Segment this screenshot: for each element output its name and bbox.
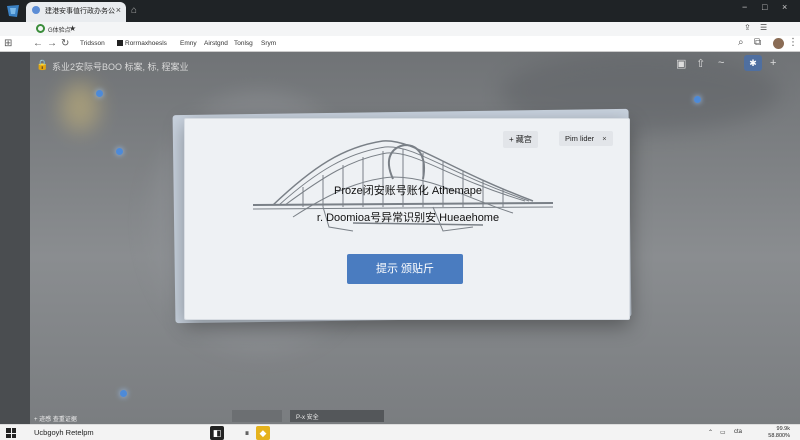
filter-chip-label: Pim lider [565,134,595,143]
forward-arrow-icon[interactable]: → [47,38,57,49]
bookmark-label: Rorrnaxhoesls [125,40,167,47]
modal-subtitle: r. Doomioa号异常识别安 Hueaehome [185,209,629,225]
left-panel [0,52,30,424]
map-marker-icon[interactable] [116,148,123,155]
os-taskbar: Ucbgoyh Retelpm ◧ ⏸ ◆ ⌃ ▭ cta 99.9k 58.8… [0,424,800,440]
background-footer-text: + 迹感 查重证据 [34,417,77,423]
bookmark-item[interactable]: Airstgnd [204,40,228,47]
tab-favicon-icon [32,6,40,14]
network-icon[interactable]: ▭ [720,429,726,436]
window-minimize-button[interactable]: − [742,2,747,12]
taskbar-app-icon[interactable]: ⏸ [240,426,254,440]
minimize-panel-icon[interactable]: ~ [718,57,724,69]
search-icon[interactable]: ⌕ [738,37,744,48]
browser-tab-active[interactable]: 建港安事值行政办务公 × [26,2,126,22]
system-clock[interactable]: 99.9k 58.800% [768,426,790,440]
upload-icon[interactable]: ⇧ [696,57,705,70]
reload-icon[interactable]: ↻ [61,38,69,49]
subtitle-prefix: r. [316,212,324,224]
bookmark-item[interactable]: Rorrnaxhoesls [117,40,167,47]
filter-chip[interactable]: Pim lider × [559,131,613,146]
back-arrow-icon[interactable]: ← [33,38,43,49]
browser-toolbar: ⊞ ← → ↻ Tridsson Rorrnaxhoesls Emny Airs… [0,36,800,52]
subtitle-text: Doomioa号异常识别安 Hueaehome [326,212,500,224]
tab-close-icon[interactable]: × [116,5,121,15]
window-close-button[interactable]: × [782,2,787,12]
lock-icon: 🔒 [36,60,49,71]
modal-title: Proze闭安账号账化 Athemape [334,185,482,197]
taskbar-shield-app-icon[interactable]: ◆ [256,426,270,440]
taskbar-search-input[interactable]: Ucbgoyh Retelpm [34,428,94,437]
add-icon[interactable]: + [770,57,776,69]
share-icon[interactable]: ⇪ [744,23,751,32]
taskbar-app-icon[interactable]: ◧ [210,426,224,440]
bookmark-star-icon[interactable]: ★ [69,24,76,33]
avatar[interactable] [773,38,784,49]
map-marker-icon[interactable] [96,90,103,97]
map-marker-icon[interactable] [120,390,127,397]
map-marker-icon[interactable] [694,96,701,103]
bookmark-folder-icon [117,40,123,46]
app-logo-icon [7,5,19,17]
site-icon [36,24,45,33]
sidebar-toggle-icon[interactable]: ⊞ [4,38,12,49]
tray-expand-icon[interactable]: ⌃ [708,429,713,436]
background-page-title: 系业2安际号BOO 标案, 标, 程案业 [52,62,189,72]
close-icon[interactable]: × [602,134,606,143]
tab-title: 建港安事值行政办务公 [44,8,115,15]
windows-start-icon[interactable] [6,428,16,438]
bookmark-item[interactable]: Srym [261,40,276,47]
bookmark-item[interactable]: Emny [180,40,197,47]
extensions-icon[interactable]: ⧉ [754,37,761,48]
browser-tab-bar: 建港安事值行政办务公 × ⌂ − □ × [0,0,800,22]
blurred-object [60,82,100,132]
clock-time: 99.9k [776,426,790,432]
window-maximize-button[interactable]: □ [762,2,767,12]
bookmark-item[interactable]: Tridsson [80,40,105,47]
bookmark-item[interactable]: Tonlsg [234,40,253,47]
reader-icon[interactable]: ▣ [676,57,686,70]
add-button[interactable]: + 藏宫 [503,131,538,148]
modal-primary-button[interactable]: 提示 颁贴斤 [347,254,463,284]
address-bar[interactable]: G体验点 ★ ⇪ ☰ [0,22,800,36]
menu-icon[interactable]: ☰ [760,23,767,32]
modal-dialog: + 藏宫 Pim lider × Proze闭安账号账化 Athemape r. … [184,118,630,320]
clock-date: 58.800% [768,433,790,439]
url-text[interactable]: G体验点 [48,25,71,34]
more-options-icon[interactable]: ⋮ [788,37,798,48]
settings-icon[interactable]: ✱ [744,55,762,71]
background-button[interactable] [232,410,282,422]
background-button[interactable]: P-x 安全 [290,410,384,422]
new-tab-icon[interactable]: ⌂ [131,5,137,16]
language-indicator[interactable]: cta [734,429,742,435]
